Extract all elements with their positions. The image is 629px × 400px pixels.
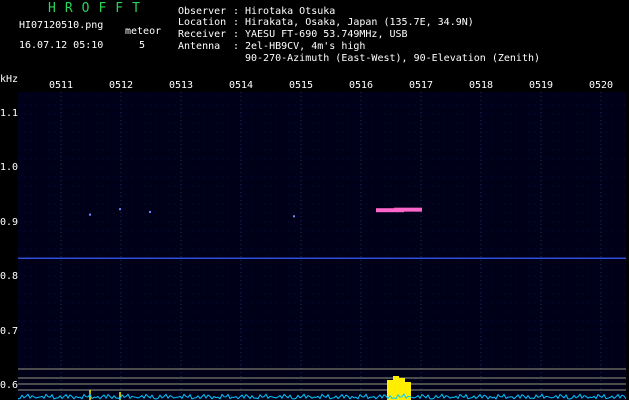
meteor-echo (149, 210, 151, 213)
level-burst (393, 376, 399, 400)
antenna-orientation: 90-270-Azimuth (East-West), 90-Elevation… (245, 53, 541, 64)
y-tick-label: 0.6 (0, 380, 19, 392)
location-value: Hirakata, Osaka, Japan (135.7E, 34.9N) (245, 17, 474, 28)
location-key: Location (178, 17, 227, 28)
x-tick-label: 0518 (469, 80, 494, 91)
meteor-echo (394, 207, 422, 212)
y-tick-label: 1.0 (0, 162, 19, 174)
meteor-count: 5 (139, 40, 146, 51)
y-axis-unit: kHz (0, 74, 19, 85)
y-tick-label: 0.7 (0, 325, 19, 337)
y-tick-label: 0.9 (0, 216, 19, 228)
meteor-label: meteor (125, 26, 162, 37)
observer-key: Observer (178, 6, 227, 17)
observer-sep: : (233, 6, 240, 17)
x-tick-label: 0512 (109, 80, 134, 91)
receiver-value: YAESU FT-690 53.749MHz, USB (245, 29, 408, 40)
filename-label: HI07120510.png (19, 20, 104, 31)
antenna-key: Antenna (178, 41, 221, 52)
observer-value: Hirotaka Otsuka (245, 6, 336, 17)
x-tick-label: 0511 (49, 80, 74, 91)
antenna-value: 2el-HB9CV, 4m's high (245, 41, 366, 52)
x-tick-label: 0517 (409, 80, 434, 91)
receiver-sep: : (233, 29, 240, 40)
datetime-label: 16.07.12 05:10 (19, 40, 104, 51)
y-tick-label: 0.8 (0, 271, 19, 283)
x-tick-label: 0514 (229, 80, 254, 91)
level-burst (387, 380, 393, 400)
meteor-echo (89, 213, 91, 216)
app-title: HROFFT (48, 1, 149, 16)
x-tick-label: 0520 (589, 80, 614, 91)
x-tick-label: 0516 (349, 80, 374, 91)
x-tick-label: 0513 (169, 80, 194, 91)
location-sep: : (233, 17, 240, 28)
meteor-echo (293, 215, 295, 218)
meteor-echo (119, 208, 121, 211)
spectrogram-plot (18, 92, 626, 400)
y-tick-label: 1.1 (0, 107, 19, 119)
antenna-sep: : (233, 41, 240, 52)
receiver-key: Receiver (178, 29, 227, 40)
x-tick-label: 0519 (529, 80, 554, 91)
plot-background (18, 92, 626, 400)
x-tick-label: 0515 (289, 80, 314, 91)
